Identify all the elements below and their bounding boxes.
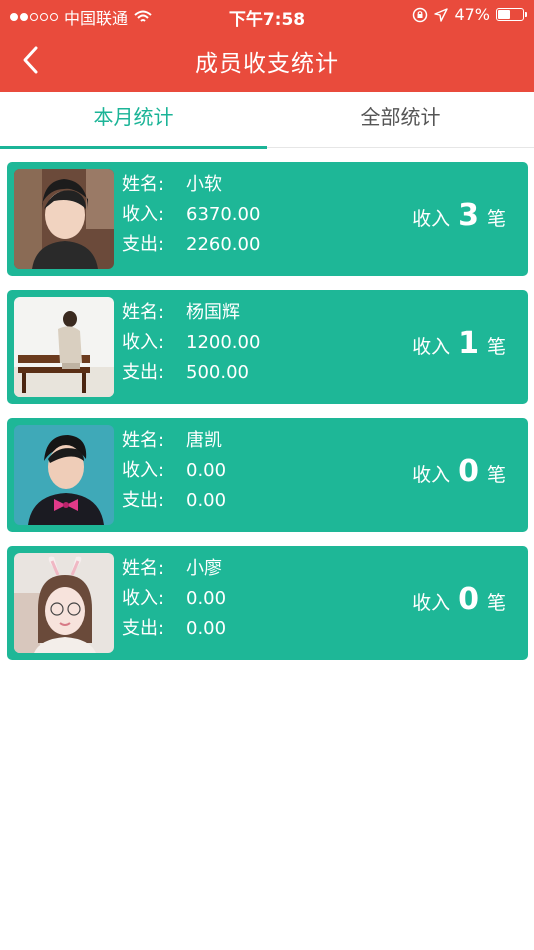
member-info: 姓名: 杨国辉 收入: 1200.00 支出: 500.00 [122, 298, 260, 388]
member-card[interactable]: 姓名: 唐凯 收入: 0.00 支出: 0.00 收入 0 笔 [7, 418, 528, 532]
app-header: 中国联通 下午7:58 47% 成员收支统计 [0, 0, 534, 92]
tab-all[interactable]: 全部统计 [267, 92, 534, 148]
income-count-summary: 收入 0 笔 [412, 454, 506, 489]
income-label: 收入: [122, 460, 165, 481]
summary-label: 收入 [412, 592, 451, 614]
member-income: 0.00 [186, 460, 227, 481]
name-label: 姓名: [122, 302, 165, 323]
member-name: 小廖 [186, 558, 222, 579]
income-count-summary: 收入 3 笔 [412, 198, 506, 233]
tab-bar: 本月统计 全部统计 [0, 92, 534, 149]
summary-unit: 笔 [486, 592, 506, 614]
summary-unit: 笔 [486, 336, 506, 358]
member-card[interactable]: 姓名: 杨国辉 收入: 1200.00 支出: 500.00 收入 1 笔 [7, 290, 528, 404]
summary-label: 收入 [412, 336, 451, 358]
battery-icon [496, 8, 527, 21]
tab-this-month[interactable]: 本月统计 [0, 92, 267, 149]
member-card[interactable]: 姓名: 小廖 收入: 0.00 支出: 0.00 收入 0 笔 [7, 546, 528, 660]
member-expense: 500.00 [186, 362, 249, 383]
avatar [14, 553, 114, 653]
summary-unit: 笔 [486, 208, 506, 230]
rotation-lock-icon [413, 7, 428, 22]
battery-fill [498, 10, 511, 19]
summary-unit: 笔 [486, 464, 506, 486]
income-label: 收入: [122, 332, 165, 353]
member-info: 姓名: 小廖 收入: 0.00 支出: 0.00 [122, 554, 226, 644]
expense-label: 支出: [122, 362, 165, 383]
member-info: 姓名: 唐凯 收入: 0.00 支出: 0.00 [122, 426, 226, 516]
avatar [14, 425, 114, 525]
member-card[interactable]: 姓名: 小软 收入: 6370.00 支出: 2260.00 收入 3 笔 [7, 162, 528, 276]
summary-label: 收入 [412, 464, 451, 486]
income-count-summary: 收入 0 笔 [412, 582, 506, 617]
income-count: 1 [458, 326, 479, 361]
member-expense: 2260.00 [186, 234, 261, 255]
name-label: 姓名: [122, 174, 165, 195]
location-arrow-icon [434, 7, 449, 22]
income-count: 0 [458, 454, 479, 489]
expense-label: 支出: [122, 234, 165, 255]
member-income: 1200.00 [186, 332, 261, 353]
avatar [14, 297, 114, 397]
battery-percent: 47% [454, 5, 490, 24]
name-label: 姓名: [122, 430, 165, 451]
page-title: 成员收支统计 [195, 51, 339, 77]
avatar [14, 169, 114, 269]
member-expense: 0.00 [186, 490, 227, 511]
summary-label: 收入 [412, 208, 451, 230]
member-name: 唐凯 [186, 430, 222, 451]
income-count: 0 [458, 582, 479, 617]
name-label: 姓名: [122, 558, 165, 579]
nav-bar: 成员收支统计 [0, 30, 534, 92]
status-right: 47% [412, 5, 527, 24]
member-list: 姓名: 小软 收入: 6370.00 支出: 2260.00 收入 3 笔 姓名… [7, 162, 528, 674]
member-income: 0.00 [186, 588, 227, 609]
expense-label: 支出: [122, 490, 165, 511]
member-info: 姓名: 小软 收入: 6370.00 支出: 2260.00 [122, 170, 260, 260]
member-income: 6370.00 [186, 204, 261, 225]
member-name: 杨国辉 [186, 302, 240, 323]
income-count: 3 [458, 198, 479, 233]
status-bar: 中国联通 下午7:58 47% [0, 0, 534, 30]
member-name: 小软 [186, 174, 222, 195]
expense-label: 支出: [122, 618, 165, 639]
income-label: 收入: [122, 204, 165, 225]
member-expense: 0.00 [186, 618, 227, 639]
income-count-summary: 收入 1 笔 [412, 326, 506, 361]
income-label: 收入: [122, 588, 165, 609]
